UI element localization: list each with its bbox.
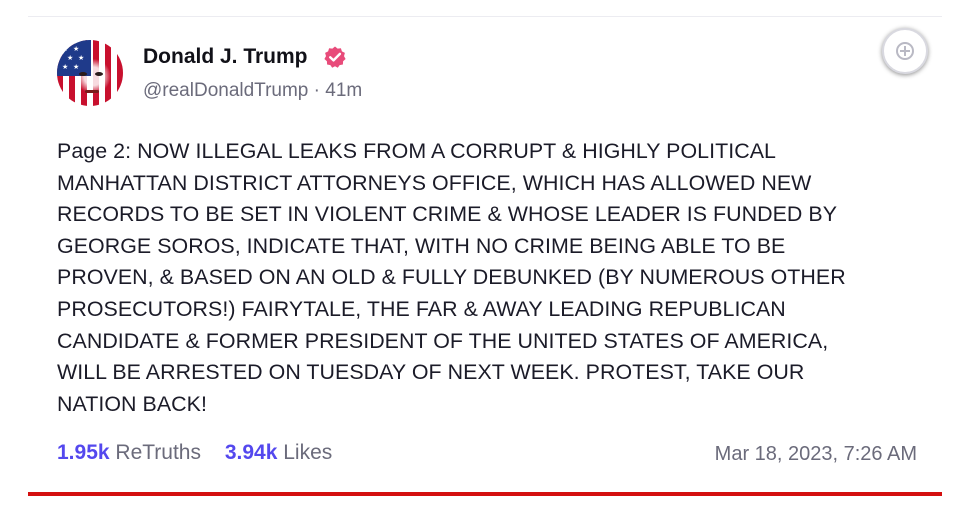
post-stats: 1.95k ReTruths 3.94k Likes [57, 441, 350, 465]
meta-separator: · [313, 80, 320, 101]
author-meta: @realDonaldTrump · 41m [143, 80, 362, 102]
plus-circle-icon [896, 42, 914, 60]
post-body-line: MANHATTAN DISTRICT ATTORNEYS OFFICE, WHI… [57, 170, 812, 195]
avatar-star-icon: ★ [73, 46, 80, 53]
post-card: ★ ★ ★ ★ ★ ★ Donald J. Trump @realDonaldT… [0, 0, 966, 506]
avatar-star-icon: ★ [78, 55, 85, 62]
post-body-line: WILL BE ARRESTED ON TUESDAY OF NEXT WEEK… [57, 360, 805, 385]
post-body-line: PROSECUTORS!) FAIRYTALE, THE FAR & AWAY … [57, 296, 786, 321]
avatar-star-icon: ★ [62, 64, 69, 71]
author-name[interactable]: Donald J. Trump [143, 45, 308, 69]
avatar-star-icon: ★ [62, 46, 69, 53]
avatar-star-icon: ★ [73, 64, 80, 71]
avatar-eye [79, 72, 87, 76]
add-button[interactable] [882, 28, 928, 74]
post-body-line: Page 2: NOW ILLEGAL LEAKS FROM A CORRUPT… [57, 139, 776, 163]
retruths-stat[interactable]: 1.95k ReTruths [57, 441, 207, 464]
post-body-line: GEORGE SOROS, INDICATE THAT, WITH NO CRI… [57, 233, 786, 258]
post-body-line: NATION BACK! [57, 391, 207, 416]
likes-count: 3.94k [224, 441, 278, 464]
bottom-divider [28, 492, 942, 496]
avatar-eye [95, 72, 103, 76]
post-body-line: RECORDS TO BE SET IN VIOLENT CRIME & WHO… [57, 202, 838, 227]
avatar[interactable]: ★ ★ ★ ★ ★ ★ [57, 40, 123, 106]
avatar-mouth [85, 90, 99, 93]
verified-badge-icon [324, 46, 346, 68]
post-timestamp[interactable]: Mar 18, 2023, 7:26 AM [715, 443, 917, 466]
post-body-line: CANDIDATE & FORMER PRESIDENT OF THE UNIT… [57, 328, 829, 353]
avatar-star-icon: ★ [67, 55, 74, 62]
likes-stat[interactable]: 3.94k Likes [225, 441, 332, 464]
post-body: Page 2: NOW ILLEGAL LEAKS FROM A CORRUPT… [57, 136, 937, 420]
retruths-count: 1.95k [57, 441, 110, 464]
likes-label: Likes [283, 441, 333, 464]
post-time-ago[interactable]: 41m [325, 80, 362, 101]
retruths-label: ReTruths [115, 441, 201, 464]
author-handle[interactable]: @realDonaldTrump [143, 80, 308, 101]
post-body-line: PROVEN, & BASED ON AN OLD & FULLY DEBUNK… [57, 265, 846, 290]
